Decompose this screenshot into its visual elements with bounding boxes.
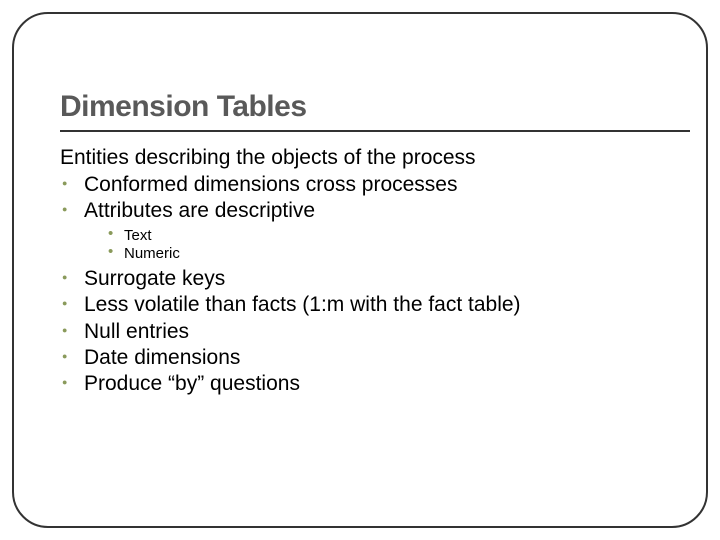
list-item: Null entries bbox=[84, 319, 690, 345]
list-item-label: Attributes are descriptive bbox=[84, 199, 315, 222]
sub-bullet-list: Text Numeric bbox=[84, 227, 690, 265]
list-item: Less volatile than facts (1:m with the f… bbox=[84, 292, 690, 318]
list-item: Conformed dimensions cross processes bbox=[84, 172, 690, 198]
intro-text: Entities describing the objects of the p… bbox=[60, 146, 690, 170]
list-item: Produce “by” questions bbox=[84, 371, 690, 397]
list-item: Surrogate keys bbox=[84, 266, 690, 292]
title-underline bbox=[60, 130, 690, 132]
list-item: Attributes are descriptive Text Numeric bbox=[84, 198, 690, 264]
slide-content: Dimension Tables Entities describing the… bbox=[60, 90, 690, 397]
list-item: Numeric bbox=[124, 245, 690, 264]
list-item: Text bbox=[124, 227, 690, 246]
slide-title: Dimension Tables bbox=[60, 90, 690, 124]
list-item: Date dimensions bbox=[84, 345, 690, 371]
bullet-list: Conformed dimensions cross processes Att… bbox=[60, 172, 690, 397]
